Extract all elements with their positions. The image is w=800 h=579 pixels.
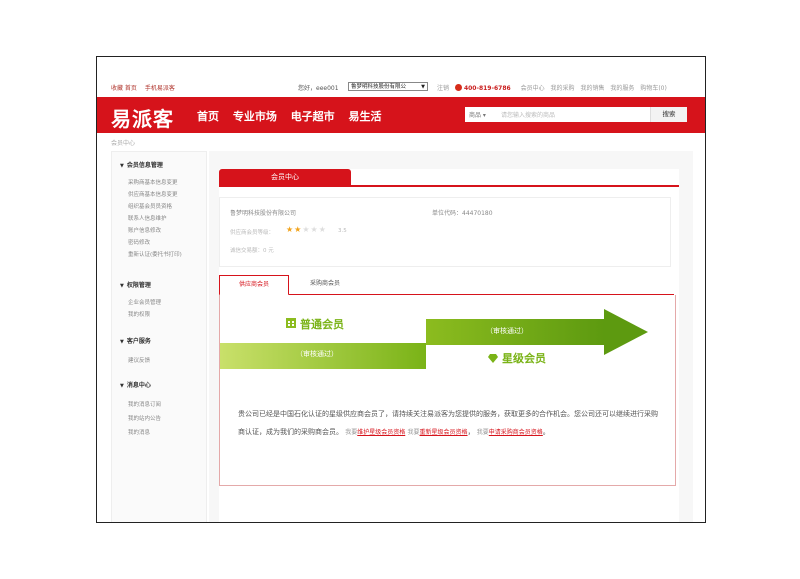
logout-link[interactable]: 注销 — [437, 85, 449, 92]
nav-menu: 首页 专业市场 电子超市 易生活 — [197, 108, 392, 124]
sidebar-item[interactable]: 联系人信息维护 — [128, 214, 167, 222]
member-center-link[interactable]: 会员中心 — [521, 85, 545, 92]
star-member-label: 星级会员 — [502, 352, 546, 365]
tab-purchaser-member[interactable]: 采购商会员 — [295, 275, 355, 293]
sidebar-item[interactable]: 建议反馈 — [128, 356, 150, 364]
sidebar-item[interactable]: 账户信息修改 — [128, 226, 161, 234]
my-purchase-link[interactable]: 我的采购 — [551, 85, 575, 92]
site-logo[interactable]: 易派客 — [111, 103, 174, 132]
phone-icon — [454, 84, 462, 91]
ordinary-member-label: 普通会员 — [300, 318, 344, 331]
unit-code: 单位代码：44470180 — [432, 210, 493, 217]
nav-easy-life[interactable]: 易生活 — [349, 110, 382, 123]
star-icon: ★ — [286, 225, 295, 234]
star-icon: ★ — [310, 225, 319, 234]
renew-star-qualification-link[interactable]: 重新星级会员资格 — [420, 429, 468, 436]
rating-score: 3.5 — [338, 228, 347, 234]
audit-pass-label-1: （审核通过） — [296, 350, 338, 358]
tab-supplier-member[interactable]: 供应商会员 — [219, 275, 289, 296]
link-prefix: 我要 — [476, 429, 489, 436]
company-info-card: 鲁梦明科技股份有限公司 单位代码：44470180 供应商会员等级： ★★★★★… — [219, 197, 671, 267]
rating-stars: ★★★★★ — [286, 225, 327, 234]
sidebar-section-label: 客户服务 — [126, 338, 151, 345]
company-name: 鲁梦明科技股份有限公司 — [230, 210, 297, 217]
member-center-panel: 会员中心 鲁梦明科技股份有限公司 单位代码：44470180 供应商会员等级： … — [219, 169, 679, 522]
main-nav: 易派客 首页 专业市场 电子超市 易生活 商品 ▾ 请您输入搜索的商品 搜索 — [97, 97, 705, 133]
sidebar-item[interactable]: 我的消息 — [128, 428, 150, 436]
hotline: 400-819-6786 — [454, 84, 515, 92]
deal-amount: 诚信交易额：0 元 — [230, 248, 274, 254]
maintain-star-qualification-link[interactable]: 维护星级会员资格 — [357, 429, 405, 436]
top-right-links: 注销 400-819-6786 会员中心 我的采购 我的销售 我的服务 购物车(… — [437, 83, 671, 92]
arrow-head-icon — [604, 309, 648, 355]
tab-member-center[interactable]: 会员中心 — [219, 169, 351, 185]
greeting: 您好，eee001 — [298, 85, 339, 92]
search-box: 商品 ▾ 请您输入搜索的商品 搜索 — [465, 107, 687, 122]
top-strip: 收藏 首页 手机易派客 您好，eee001 鲁梦明科技股份有限公 ▼ 注销 40… — [97, 81, 705, 95]
apply-purchaser-qualification-link[interactable]: 申请采购商会员资格 — [489, 429, 543, 436]
search-category-select[interactable]: 商品 ▾ — [469, 110, 486, 119]
favorite-home-link[interactable]: 收藏 首页 — [111, 85, 137, 92]
building-icon — [286, 318, 296, 328]
chevron-down-icon: ▼ — [120, 339, 124, 345]
sidebar-item[interactable]: 供应商基本信息变更 — [128, 190, 178, 198]
sidebar-section-label: 消息中心 — [126, 382, 151, 389]
top-left-links: 收藏 首页 手机易派客 — [111, 83, 181, 92]
diamond-icon — [488, 354, 498, 363]
member-description: 贵公司已经是中国石化认证的星级供应商会员了，请持续关注易派客为您提供的服务，获取… — [238, 410, 658, 436]
tab-underline — [219, 185, 679, 187]
sidebar-item[interactable]: 组织基会员员资格 — [128, 202, 172, 210]
hotline-number: 400-819-6786 — [463, 85, 511, 92]
star-icon: ★ — [302, 225, 311, 234]
sidebar-item[interactable]: 重新认证(委托书打印) — [128, 250, 182, 258]
search-button[interactable]: 搜索 — [650, 107, 687, 122]
link-prefix: 我要 — [407, 429, 420, 436]
member-type-tabs: 供应商会员 采购商会员 — [219, 275, 674, 296]
sidebar-item[interactable]: 采购商基本信息变更 — [128, 178, 178, 186]
audit-pass-label-2: （审核通过） — [486, 327, 528, 335]
supplier-member-content: 普通会员 （审核通过） （审核通过） 星级会员 贵公司已经是中国石化认证的星级供… — [219, 295, 676, 486]
rating-label: 供应商会员等级： — [230, 230, 275, 236]
chevron-down-icon: ▼ — [120, 163, 124, 169]
nav-e-supermarket[interactable]: 电子超市 — [291, 110, 335, 123]
sidebar-section-label: 会员信息管理 — [126, 162, 163, 169]
chevron-down-icon: ▼ — [120, 283, 124, 289]
sidebar-item[interactable]: 密码修改 — [128, 238, 150, 246]
breadcrumb: 会员中心 — [111, 140, 136, 147]
nav-home[interactable]: 首页 — [197, 110, 219, 123]
my-sales-link[interactable]: 我的销售 — [580, 85, 604, 92]
nav-professional-market[interactable]: 专业市场 — [233, 110, 277, 123]
sidebar-section-message-center[interactable]: ▼ 消息中心 — [120, 380, 151, 389]
main-content: 会员中心 鲁梦明科技股份有限公司 单位代码：44470180 供应商会员等级： … — [209, 151, 693, 522]
search-category-label: 商品 — [469, 112, 482, 119]
cart-link[interactable]: 购物车(0) — [640, 85, 667, 92]
sidebar-item[interactable]: 我的站内公告 — [128, 414, 161, 422]
sidebar-item[interactable]: 企业会员管理 — [128, 298, 161, 306]
company-select-value: 鲁梦明科技股份有限公 — [351, 84, 407, 90]
my-service-link[interactable]: 我的服务 — [610, 85, 634, 92]
sidebar-section-permission[interactable]: ▼ 权限管理 — [120, 280, 151, 289]
star-icon: ★ — [318, 225, 327, 234]
screenshot-frame: 收藏 首页 手机易派客 您好，eee001 鲁梦明科技股份有限公 ▼ 注销 40… — [96, 56, 706, 523]
mobile-app-link[interactable]: 手机易派客 — [145, 85, 175, 92]
chevron-down-icon: ▼ — [120, 383, 124, 389]
search-input[interactable]: 请您输入搜索的商品 — [501, 110, 555, 119]
company-select[interactable]: 鲁梦明科技股份有限公 ▼ — [348, 82, 428, 91]
sidebar-item[interactable]: 我的权限 — [128, 310, 150, 318]
sidebar-section-customer-service[interactable]: ▼ 客户服务 — [120, 336, 151, 345]
sidebar-section-label: 权限管理 — [126, 282, 151, 289]
link-prefix: 我要 — [345, 429, 358, 436]
chevron-down-icon: ▼ — [421, 84, 425, 90]
sidebar: ▼ 会员信息管理 采购商基本信息变更 供应商基本信息变更 组织基会员员资格 联系人… — [111, 151, 207, 522]
sidebar-item[interactable]: 我的消息订阅 — [128, 400, 161, 408]
sidebar-section-member-info[interactable]: ▼ 会员信息管理 — [120, 160, 163, 169]
membership-progress-graphic — [220, 309, 648, 369]
